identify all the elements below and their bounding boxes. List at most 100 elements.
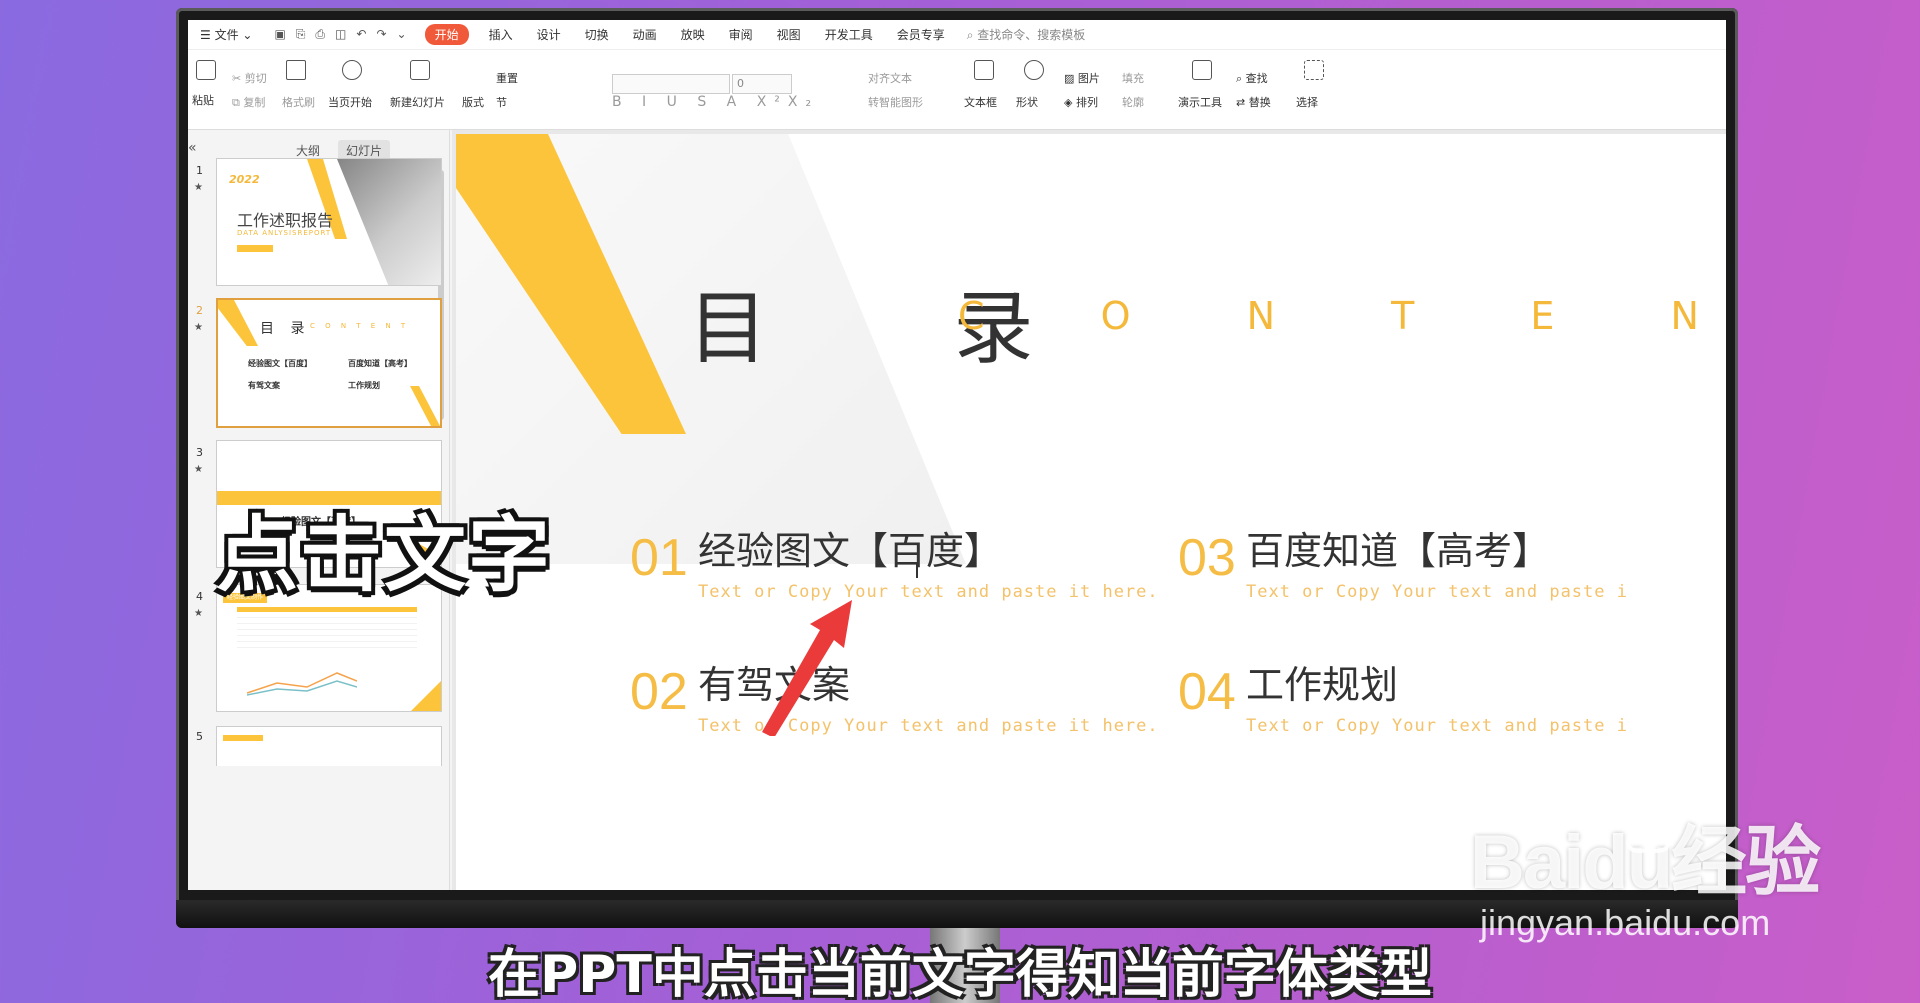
thumb-table: [237, 607, 417, 653]
tab-insert[interactable]: 插入: [477, 26, 525, 43]
star-icon: ★: [194, 464, 203, 475]
thumb-title: 目 录: [260, 321, 311, 337]
current-slide[interactable]: 目 录 C O N T E N T 01 经验图文【百度】 Text or Co…: [456, 134, 1726, 890]
select-icon[interactable]: [1304, 60, 1324, 80]
slide-subtitle[interactable]: C O N T E N T: [958, 294, 1726, 338]
textbox-icon[interactable]: [974, 60, 994, 80]
item-title[interactable]: 经验图文【百度】: [698, 520, 1002, 575]
export-icon[interactable]: ⎘: [296, 27, 306, 42]
save-icon[interactable]: ▣: [274, 27, 285, 42]
item-number[interactable]: 02: [630, 662, 688, 722]
smart-shape-button[interactable]: 转智能图形: [868, 94, 923, 110]
print-icon[interactable]: ⎙: [315, 27, 325, 42]
star-icon: ★: [194, 608, 203, 619]
format-painter-button[interactable]: 格式刷: [282, 94, 315, 110]
align-text-button[interactable]: 对齐文本: [868, 70, 912, 86]
tab-view[interactable]: 视图: [765, 26, 813, 43]
copy-button[interactable]: ⧉ 复制: [232, 94, 265, 110]
tab-review[interactable]: 审阅: [717, 26, 765, 43]
copy-label: 复制: [243, 96, 266, 109]
thumb-stripe: [410, 386, 440, 426]
new-slide-button[interactable]: 新建幻灯片: [390, 94, 445, 110]
undo-icon[interactable]: ↶: [356, 27, 366, 42]
text-cursor-icon: [916, 562, 918, 578]
cut-button[interactable]: ✂ 剪切: [232, 70, 267, 86]
tab-design[interactable]: 设计: [525, 26, 573, 43]
search-icon: ⌕: [966, 28, 974, 42]
new-slide-icon[interactable]: [410, 60, 430, 80]
customize-icon[interactable]: ⌄: [397, 27, 407, 42]
layout-button[interactable]: 版式: [462, 94, 484, 110]
picture-label: 图片: [1077, 72, 1100, 85]
paste-icon[interactable]: [196, 60, 216, 80]
slide-number: 1: [196, 164, 203, 177]
menu-bar: ☰ 文件 ⌄ ▣ ⎘ ⎙ ◫ ↶ ↷ ⌄ 开始 插入 设计 切换 动画 放映 审…: [188, 20, 1726, 50]
slide-number: 3: [196, 446, 203, 459]
arrange-button[interactable]: ◈ 排列: [1064, 94, 1098, 110]
monitor-frame: ☰ 文件 ⌄ ▣ ⎘ ⎙ ◫ ↶ ↷ ⌄ 开始 插入 设计 切换 动画 放映 审…: [176, 8, 1738, 928]
shape-button[interactable]: 形状: [1016, 94, 1038, 110]
tab-home[interactable]: 开始: [424, 24, 469, 45]
slide-thumbnail-1[interactable]: 2022 工作述职报告 DATA ANLYSISREPORT: [216, 158, 442, 286]
font-family-select[interactable]: [612, 74, 730, 94]
slide-thumbnail-5[interactable]: [216, 726, 442, 766]
item-title[interactable]: 工作规划: [1246, 654, 1398, 709]
thumb-item: 百度知道【高考】: [348, 359, 412, 368]
item-title[interactable]: 百度知道【高考】: [1246, 520, 1550, 575]
tab-animation[interactable]: 动画: [621, 26, 669, 43]
shape-icon[interactable]: [1024, 60, 1044, 80]
caption-text: 在PPT中点击当前文字得知当前字体类型: [488, 945, 1432, 1003]
select-button[interactable]: 选择: [1296, 94, 1318, 110]
section-button[interactable]: 节: [496, 94, 507, 110]
quick-access: ▣ ⎘ ⎙ ◫ ↶ ↷ ⌄: [264, 27, 416, 42]
item-subtitle[interactable]: Text or Copy Your text and paste i: [1246, 716, 1628, 736]
text-format-buttons[interactable]: B I U S A X²X₂: [612, 94, 819, 110]
find-button[interactable]: ⌕ 查找: [1236, 70, 1268, 86]
replace-button[interactable]: ⇄ 替换: [1236, 94, 1271, 110]
thumb-item: 工作规划: [348, 381, 380, 390]
thumb-corner: [411, 681, 441, 711]
thumb-item: 有驾文案: [248, 381, 280, 390]
present-tools-button[interactable]: 演示工具: [1178, 94, 1222, 110]
star-icon: ★: [194, 182, 203, 193]
slide-thumbnail-2[interactable]: 目 录 C O N T E N T 经验图文【百度】 有驾文案 百度知道【高考】…: [216, 298, 442, 428]
redo-icon[interactable]: ↷: [376, 27, 386, 42]
command-search[interactable]: ⌕ 查找命令、搜索模板: [967, 26, 1086, 43]
overlay-label: 点击文字: [216, 508, 553, 603]
collapse-panel-icon[interactable]: «: [188, 140, 197, 156]
thumb-year: 2022: [229, 173, 260, 186]
format-painter-icon[interactable]: [286, 60, 306, 80]
red-arrow-icon: [762, 600, 852, 736]
file-menu[interactable]: ☰ 文件 ⌄: [188, 26, 264, 43]
item-subtitle[interactable]: Text or Copy Your text and paste i: [1246, 582, 1628, 602]
cut-label: 剪切: [244, 72, 267, 85]
file-menu-label: 文件: [214, 28, 239, 42]
slide-number: 4: [196, 590, 203, 603]
tab-slideshow[interactable]: 放映: [669, 26, 717, 43]
picture-button[interactable]: ▨ 图片: [1064, 70, 1100, 86]
font-size-select[interactable]: 0: [732, 74, 792, 94]
item-number[interactable]: 03: [1178, 528, 1236, 588]
outline-button[interactable]: 轮廓: [1122, 94, 1144, 110]
thumb-badge: [237, 245, 273, 252]
preview-icon[interactable]: ◫: [335, 27, 346, 42]
textbox-button[interactable]: 文本框: [964, 94, 997, 110]
tab-transition[interactable]: 切换: [573, 26, 621, 43]
tab-developer[interactable]: 开发工具: [813, 26, 885, 43]
present-tools-icon[interactable]: [1192, 60, 1212, 80]
slide-canvas: 目 录 C O N T E N T 01 经验图文【百度】 Text or Co…: [452, 130, 1726, 890]
paste-button[interactable]: 粘贴: [192, 92, 214, 108]
slide-number: 5: [196, 730, 203, 743]
arrange-label: 排列: [1075, 96, 1098, 109]
item-number[interactable]: 04: [1178, 662, 1236, 722]
thumb-item: 经验图文【百度】: [248, 359, 312, 368]
fill-button[interactable]: 填充: [1122, 70, 1144, 86]
item-number[interactable]: 01: [630, 528, 688, 588]
paw-icon: [1621, 796, 1675, 853]
star-icon: ★: [194, 322, 203, 333]
search-placeholder: 查找命令、搜索模板: [977, 28, 1086, 42]
from-current-button[interactable]: 当页开始: [328, 94, 372, 110]
reset-button[interactable]: 重置: [496, 70, 518, 86]
tab-member[interactable]: 会员专享: [885, 26, 957, 43]
play-icon[interactable]: [342, 60, 362, 80]
